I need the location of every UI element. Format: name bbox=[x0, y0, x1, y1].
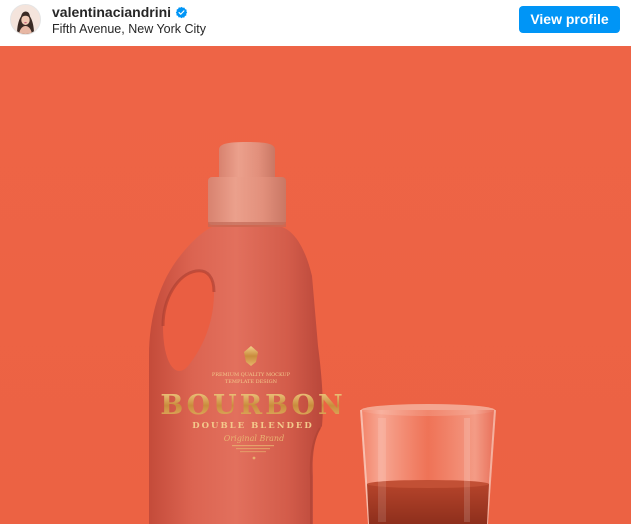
instagram-embed-post: valentinaciandrini Fifth Avenue, New Yor… bbox=[0, 0, 631, 524]
username-row: valentinaciandrini bbox=[52, 4, 188, 20]
label-tagline-line1: PREMIUM QUALITY MOCKUP bbox=[212, 372, 291, 378]
verified-badge-icon bbox=[175, 6, 188, 19]
view-profile-button[interactable]: View profile bbox=[519, 6, 620, 33]
post-header: valentinaciandrini Fifth Avenue, New Yor… bbox=[0, 0, 631, 44]
label-brand: BOURBON bbox=[160, 390, 345, 421]
label-subtitle: DOUBLE BLENDED bbox=[192, 421, 313, 431]
username[interactable]: valentinaciandrini bbox=[52, 4, 171, 20]
post-image[interactable]: PREMIUM QUALITY MOCKUP TEMPLATE DESIGN B… bbox=[0, 46, 631, 524]
label-tagline-line2: TEMPLATE DESIGN bbox=[225, 379, 278, 385]
location-link[interactable]: Fifth Avenue, New York City bbox=[52, 22, 206, 36]
avatar[interactable] bbox=[10, 4, 41, 35]
label-script: Original Brand bbox=[224, 434, 284, 443]
whiskey-glass bbox=[360, 404, 496, 524]
bourbon-bottle-mockup-image: PREMIUM QUALITY MOCKUP TEMPLATE DESIGN B… bbox=[0, 46, 631, 524]
